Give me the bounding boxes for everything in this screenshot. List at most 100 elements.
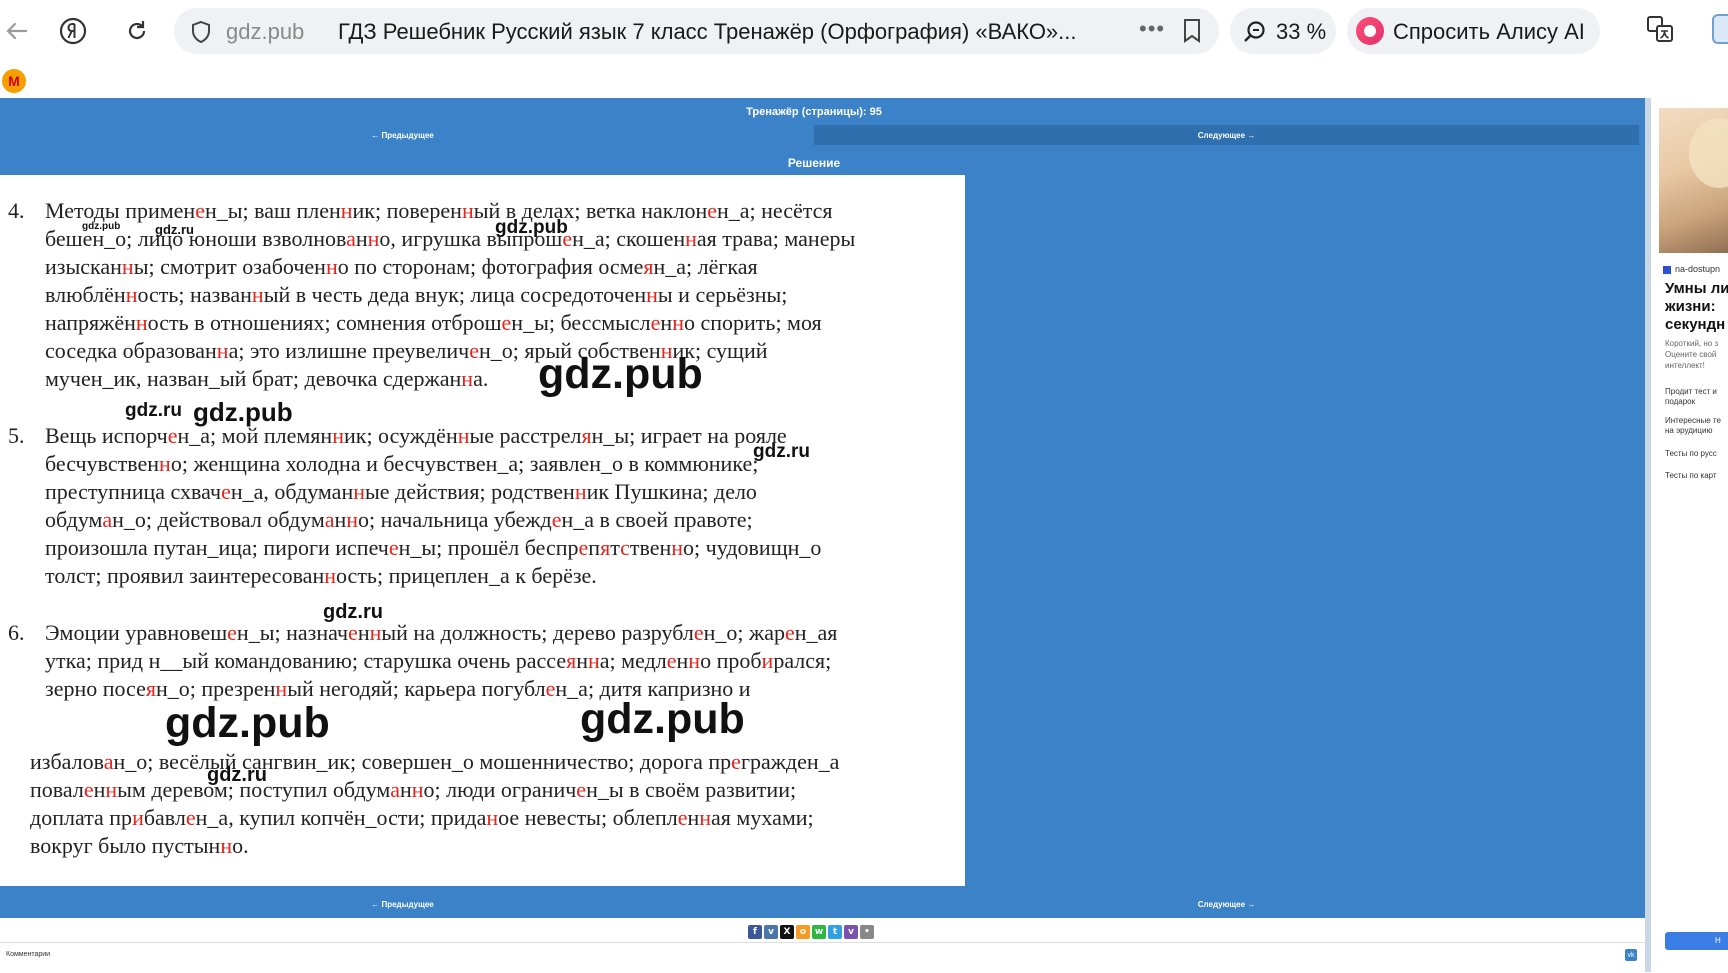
highlighted-letter: н bbox=[685, 226, 697, 251]
text-line: соседка образованна; это излишне преувел… bbox=[45, 337, 950, 365]
highlighted-letter: я bbox=[566, 648, 577, 673]
ad-link[interactable]: Тесты по карт bbox=[1665, 471, 1717, 481]
address-bar[interactable]: gdz.pub ГДЗ Решебник Русский язык 7 клас… bbox=[174, 8, 1219, 54]
text-segment: н_ая bbox=[794, 620, 838, 645]
sidebar-ad[interactable]: na-dostupn Умны ли жизни: секундн Коротк… bbox=[1645, 98, 1728, 972]
whatsapp-icon[interactable]: w bbox=[812, 925, 826, 939]
translate-icon[interactable] bbox=[1645, 14, 1675, 49]
telegram-icon[interactable]: t bbox=[828, 925, 842, 939]
highlighted-letter: я bbox=[600, 535, 611, 560]
comments-label: Комментарии bbox=[6, 951, 51, 958]
highlighted-letter: а bbox=[324, 507, 335, 532]
more-icon[interactable]: ••• bbox=[1139, 16, 1165, 42]
ad-link[interactable]: Тесты по русс bbox=[1665, 449, 1717, 459]
text-segment: ая мухами; bbox=[711, 805, 814, 830]
text-segment: н bbox=[676, 648, 689, 673]
text-segment: влюблён bbox=[45, 282, 126, 307]
text-segment: утка; прид н__ый командованию; старушка … bbox=[45, 648, 567, 673]
comments-section: Комментарии vk bbox=[0, 942, 1645, 973]
next-link[interactable]: Следующее → bbox=[814, 125, 1639, 145]
text-segment: повал bbox=[30, 777, 84, 802]
shield-icon[interactable] bbox=[190, 20, 212, 49]
bottom-navigation: ← Предыдущее Следующее → bbox=[0, 894, 1645, 914]
ad-link[interactable]: Продит тест и подарок bbox=[1665, 387, 1717, 407]
watermark: gdz.pub bbox=[538, 350, 703, 398]
highlighted-letter: н bbox=[332, 423, 344, 448]
watermark: gdz.pub bbox=[82, 221, 121, 232]
text-segment: ость; прицеплен_а к берёзе. bbox=[336, 563, 597, 588]
text-line: доплата прибавлен_а, купил копчён_ости; … bbox=[30, 804, 935, 832]
text-segment: ость в отношениях; сомнения отброш bbox=[147, 310, 502, 335]
text-line: толст; проявил заинтересованность; прице… bbox=[45, 562, 950, 590]
text-segment: обдум bbox=[45, 507, 103, 532]
text-segment: Вещь испорч bbox=[45, 423, 168, 448]
highlighted-letter: а bbox=[346, 226, 356, 251]
highlighted-letter: е bbox=[167, 423, 178, 448]
exercise-number: 4. bbox=[8, 198, 25, 223]
text-segment: н_ы; ваш плен bbox=[204, 198, 341, 223]
text-segment: а; медл bbox=[599, 648, 667, 673]
ad-link-line: подарок bbox=[1665, 397, 1696, 406]
vk-login-icon[interactable]: vk bbox=[1625, 949, 1637, 961]
ad-image[interactable] bbox=[1659, 108, 1728, 253]
exercise-number: 6. bbox=[8, 620, 25, 645]
yandex-logo-icon[interactable] bbox=[56, 14, 90, 48]
text-segment: рался; bbox=[773, 648, 832, 673]
highlighted-letter: н bbox=[159, 451, 171, 476]
text-segment: н_ы; прошёл беспр bbox=[398, 535, 579, 560]
highlighted-letter: и bbox=[761, 648, 774, 673]
text-line: произошла путан_ица; пироги испечен_ы; п… bbox=[45, 534, 950, 562]
text-segment: ик; осуждён bbox=[343, 423, 458, 448]
next-link[interactable]: Следующее → bbox=[814, 894, 1639, 914]
odnoklassniki-icon[interactable]: o bbox=[796, 925, 810, 939]
ad-button[interactable]: Н bbox=[1665, 932, 1728, 950]
highlighted-letter: н bbox=[486, 805, 499, 830]
watermark: gdz.pub bbox=[495, 217, 568, 238]
exercise-text: избалован_о; весёлый сангвин_ик; соверше… bbox=[30, 748, 935, 860]
ask-alice-button[interactable]: Спросить Алису AI bbox=[1347, 8, 1600, 54]
vk-icon[interactable]: v bbox=[764, 925, 778, 939]
prev-link[interactable]: ← Предыдущее bbox=[0, 894, 805, 914]
bookmark-favicon-icon[interactable]: M bbox=[2, 69, 26, 93]
highlighted-letter: н bbox=[135, 310, 148, 335]
prev-link[interactable]: ← Предыдущее bbox=[0, 125, 805, 145]
highlighted-letter: е bbox=[185, 805, 196, 830]
text-segment: н_а; несётся bbox=[717, 198, 833, 223]
facebook-icon[interactable]: f bbox=[748, 925, 762, 939]
highlighted-letter: н bbox=[324, 563, 336, 588]
reload-icon[interactable] bbox=[120, 14, 154, 48]
ad-desc-line: интеллект! bbox=[1665, 361, 1705, 370]
back-icon[interactable] bbox=[0, 14, 34, 48]
text-segment: произошла путан_ица; пироги испеч bbox=[45, 535, 389, 560]
more-icon[interactable]: • bbox=[860, 925, 874, 939]
watermark: gdz.pub bbox=[580, 695, 745, 743]
text-segment: т bbox=[610, 535, 621, 560]
text-segment: твен bbox=[629, 535, 672, 560]
ad-desc-line: Оцените свой bbox=[1665, 350, 1717, 359]
bookmark-icon[interactable] bbox=[1182, 18, 1202, 49]
text-segment: о спорить; моя bbox=[683, 310, 822, 335]
zoom-button[interactable]: 33 % bbox=[1230, 8, 1336, 54]
text-segment: избалов bbox=[30, 749, 104, 774]
highlighted-letter: е bbox=[650, 310, 661, 335]
highlighted-letter: н bbox=[251, 282, 264, 307]
top-navigation: ← Предыдущее Следующее → bbox=[0, 125, 1645, 145]
highlighted-letter: е bbox=[221, 479, 231, 504]
viber-icon[interactable]: v bbox=[844, 925, 858, 939]
ad-link[interactable]: Интересные те на эрудицию bbox=[1665, 416, 1721, 436]
x-icon[interactable]: X bbox=[780, 925, 794, 939]
text-segment: н_а, купил копчён_ости; прида bbox=[195, 805, 487, 830]
text-segment: ые расстрел bbox=[469, 423, 582, 448]
bookmarks-bar: M bbox=[0, 62, 1728, 98]
text-segment: изыскан bbox=[45, 254, 122, 279]
extension-icon[interactable] bbox=[1712, 14, 1728, 44]
text-line: влюблённость; названный в честь деда вну… bbox=[45, 281, 950, 309]
highlighted-letter: н bbox=[461, 366, 474, 391]
highlighted-letter: н bbox=[672, 310, 684, 335]
highlighted-letter: е bbox=[666, 648, 677, 673]
ad-headline[interactable]: Умны ли жизни: секундн bbox=[1665, 280, 1728, 334]
text-segment: ые действия; родствен bbox=[365, 479, 575, 504]
text-line: Эмоции уравновешен_ы; назначенный на дол… bbox=[45, 619, 950, 647]
text-segment: ик Пушкина; дело bbox=[586, 479, 757, 504]
highlighted-letter: е bbox=[501, 310, 512, 335]
